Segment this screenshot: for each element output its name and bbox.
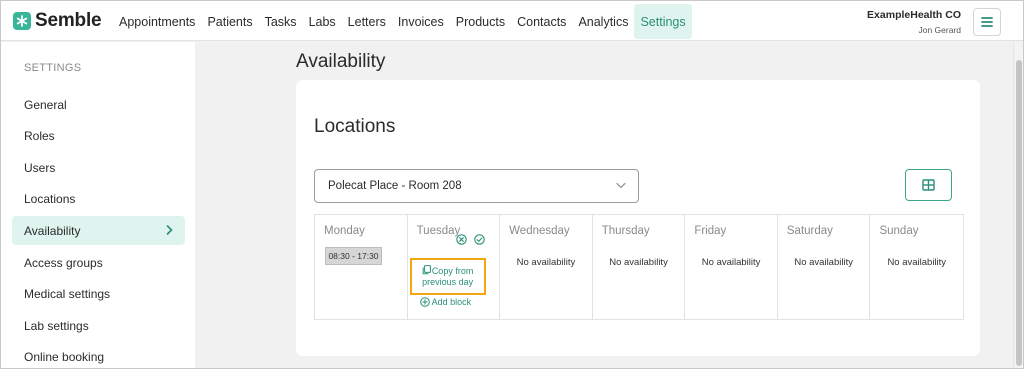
main-menu-button[interactable] <box>973 8 1001 36</box>
day-name: Saturday <box>786 225 833 237</box>
location-select-value: Polecat Place - Room 208 <box>328 180 462 192</box>
nav-item-analytics[interactable]: Analytics <box>572 4 634 39</box>
day-column-saturday: Saturday No availability <box>778 215 871 319</box>
nav-item-letters[interactable]: Letters <box>342 4 392 39</box>
user-name: Jon Gerard <box>918 25 961 35</box>
add-block-button[interactable]: Add block <box>419 297 472 307</box>
nav-item-products[interactable]: Products <box>450 4 511 39</box>
page-title: Availability <box>296 51 386 72</box>
no-availability-text: No availability <box>701 257 761 268</box>
cancel-icon[interactable] <box>455 234 467 245</box>
semble-logo-icon <box>13 12 31 30</box>
sidebar-item-label: Availability <box>24 223 81 238</box>
day-name: Wednesday <box>509 225 570 237</box>
copy-from-previous-day-button[interactable]: Copy from previous day <box>409 258 486 295</box>
day-column-wednesday: Wednesday No availability <box>500 215 593 319</box>
settings-sidebar: SETTINGS General Roles Users Locations A… <box>1 42 195 368</box>
sidebar-item-access-groups[interactable]: Access groups <box>12 248 185 277</box>
day-edit-actions <box>455 234 492 245</box>
sidebar-item-users[interactable]: Users <box>12 153 185 182</box>
day-name: Tuesday <box>416 225 461 237</box>
day-column-monday: Monday 08:30 - 17:30 <box>315 215 408 319</box>
locations-card: Locations Polecat Place - Room 208 Monda… <box>296 80 980 356</box>
add-block-label: Add block <box>431 297 472 307</box>
day-column-tuesday: Tuesday Copy from previous day Add block <box>408 215 501 319</box>
chevron-right-icon <box>166 225 173 235</box>
nav-item-patients[interactable]: Patients <box>201 4 258 39</box>
card-title: Locations <box>314 116 396 137</box>
semble-logo[interactable]: Semble <box>13 10 102 32</box>
add-circle-icon <box>419 297 430 307</box>
sidebar-item-medical-settings[interactable]: Medical settings <box>12 279 185 308</box>
sidebar-item-online-booking[interactable]: Online booking <box>12 342 185 369</box>
no-availability-text: No availability <box>609 257 668 268</box>
no-availability-text: No availability <box>516 257 576 268</box>
sidebar-item-general[interactable]: General <box>12 90 185 119</box>
grid-view-icon <box>922 179 935 191</box>
nav-item-contacts[interactable]: Contacts <box>511 4 572 39</box>
sidebar-heading: SETTINGS <box>24 62 82 74</box>
page-scrollbar[interactable] <box>1013 42 1023 368</box>
day-name: Thursday <box>601 225 650 237</box>
main-nav: Appointments Patients Tasks Labs Letters… <box>113 4 692 39</box>
nav-item-labs[interactable]: Labs <box>303 4 342 39</box>
nav-item-invoices[interactable]: Invoices <box>392 4 450 39</box>
grid-view-button[interactable] <box>905 169 952 201</box>
day-name: Monday <box>324 225 365 237</box>
top-navigation-bar: Semble Appointments Patients Tasks Labs … <box>1 1 1023 41</box>
chevron-down-icon <box>616 182 626 189</box>
no-availability-text: No availability <box>794 257 853 268</box>
organization-name: ExampleHealth CO <box>867 9 961 21</box>
day-column-thursday: Thursday No availability <box>593 215 686 319</box>
hamburger-icon <box>981 17 993 27</box>
confirm-icon[interactable] <box>473 234 485 245</box>
brand-name: Semble <box>35 10 102 31</box>
sidebar-item-locations[interactable]: Locations <box>12 184 185 213</box>
no-availability-text: No availability <box>887 257 947 268</box>
copy-icon <box>422 265 431 275</box>
main-content: Availability Locations Polecat Place - R… <box>195 42 1013 368</box>
day-name: Sunday <box>879 225 919 237</box>
sidebar-item-lab-settings[interactable]: Lab settings <box>12 311 185 340</box>
day-column-sunday: Sunday No availability <box>870 215 963 319</box>
day-column-friday: Friday No availability <box>685 215 778 319</box>
nav-item-settings[interactable]: Settings <box>634 4 692 39</box>
nav-item-tasks[interactable]: Tasks <box>259 4 303 39</box>
nav-item-appointments[interactable]: Appointments <box>113 4 201 39</box>
location-select[interactable]: Polecat Place - Room 208 <box>314 169 639 203</box>
availability-block[interactable]: 08:30 - 17:30 <box>325 247 382 265</box>
scrollbar-thumb[interactable] <box>1016 60 1022 366</box>
account-info[interactable]: ExampleHealth CO Jon Gerard <box>867 8 961 36</box>
sidebar-item-availability[interactable]: Availability <box>12 216 185 245</box>
weekly-availability-grid: Monday 08:30 - 17:30 Tuesday Copy from p… <box>314 214 964 320</box>
sidebar-item-roles[interactable]: Roles <box>12 121 185 150</box>
day-name: Friday <box>694 225 727 237</box>
